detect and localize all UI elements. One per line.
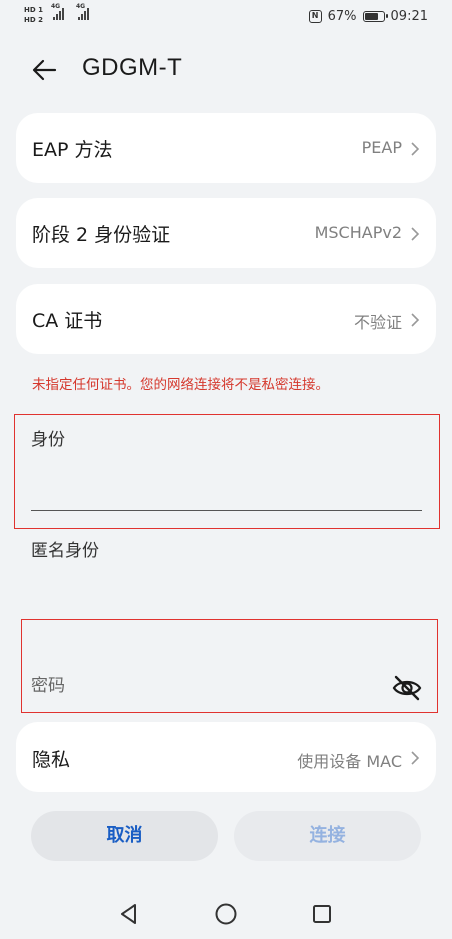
identity-input[interactable]: [31, 470, 421, 508]
triangle-back-icon: [121, 904, 136, 924]
circle-home-icon: [215, 903, 237, 925]
identity-underline: [31, 510, 422, 511]
app-header: GDGM-T: [0, 50, 452, 90]
nav-recents-button[interactable]: [309, 901, 335, 927]
network-type-2: 4G: [75, 3, 86, 10]
phase2-auth-label: 阶段 2 身份验证: [32, 224, 171, 246]
privacy-row[interactable]: 隐私 使用设备 MAC: [16, 722, 436, 792]
privacy-label: 隐私: [32, 749, 71, 771]
ca-cert-row[interactable]: CA 证书 不验证: [16, 284, 436, 354]
phase2-auth-row[interactable]: 阶段 2 身份验证 MSCHAPv2: [16, 198, 436, 268]
clock: 09:21: [390, 9, 428, 24]
phase2-auth-value: MSCHAPv2: [314, 223, 402, 242]
back-button[interactable]: [30, 56, 60, 84]
chevron-right-icon: [411, 227, 420, 241]
nav-back-button[interactable]: [116, 901, 142, 927]
privacy-value: 使用设备 MAC: [297, 752, 402, 771]
eap-method-label: EAP 方法: [32, 139, 113, 161]
page-title: GDGM-T: [82, 54, 183, 81]
square-recents-icon: [313, 905, 331, 923]
status-left: HD 1 HD 2 4G 4G: [24, 3, 89, 24]
identity-label: 身份: [31, 430, 65, 450]
signal-icon: 4G: [50, 3, 64, 20]
nav-home-button[interactable]: [213, 901, 239, 927]
signal-icon: 4G: [75, 3, 89, 20]
battery-icon: [362, 11, 388, 22]
system-navigation-bar: [0, 895, 452, 939]
ca-cert-label: CA 证书: [32, 310, 103, 332]
hd-indicators: HD 1 HD 2: [24, 6, 43, 24]
anonymous-identity-label: 匿名身份: [31, 541, 99, 561]
status-bar: HD 1 HD 2 4G 4G N 67% 09:21: [0, 0, 452, 36]
eye-off-icon: [392, 675, 422, 701]
chevron-right-icon: [411, 313, 420, 327]
battery-percent: 67%: [327, 9, 357, 24]
hd-2-badge: HD 2: [24, 16, 43, 24]
hd-1-badge: HD 1: [24, 6, 43, 14]
nfc-icon: N: [308, 10, 322, 23]
anonymous-identity-input[interactable]: [31, 570, 421, 606]
cancel-button[interactable]: 取消: [31, 811, 218, 861]
network-type-1: 4G: [50, 3, 61, 10]
eap-method-value: PEAP: [361, 138, 402, 157]
certificate-warning: 未指定任何证书。您的网络连接将不是私密连接。: [32, 377, 329, 393]
back-arrow-icon: [32, 59, 57, 81]
chevron-right-icon: [411, 751, 420, 765]
status-right: N 67% 09:21: [308, 9, 428, 24]
eap-method-row[interactable]: EAP 方法 PEAP: [16, 113, 436, 183]
toggle-password-visibility-button[interactable]: [391, 674, 423, 702]
chevron-right-icon: [411, 142, 420, 156]
connect-button[interactable]: 连接: [234, 811, 421, 861]
password-input[interactable]: [31, 662, 381, 702]
ca-cert-value: 不验证: [353, 313, 402, 332]
